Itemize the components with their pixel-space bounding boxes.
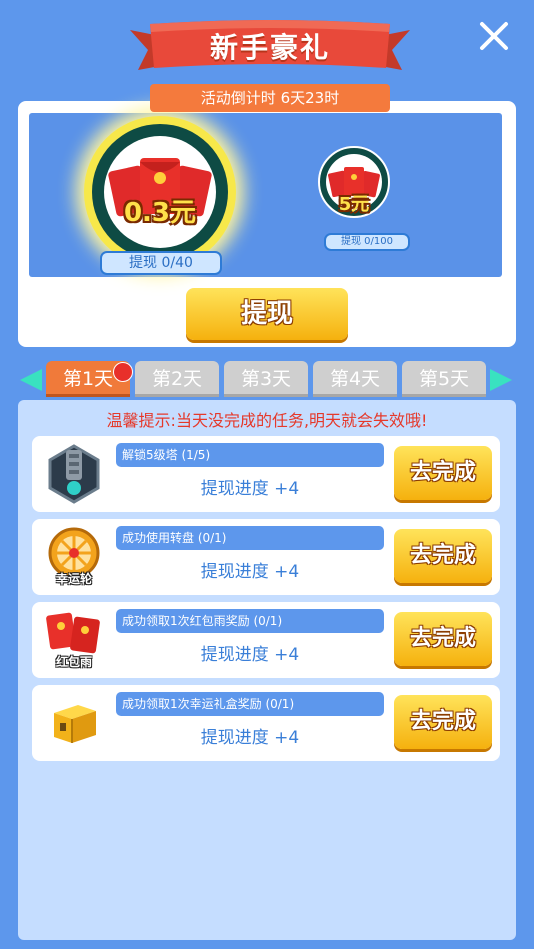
task-name: 成功领取1次红包雨奖励 (0/1) bbox=[116, 609, 384, 633]
close-button[interactable] bbox=[474, 16, 514, 56]
reward-option-5[interactable]: 5元 bbox=[318, 146, 390, 232]
task-item: 红包雨 成功领取1次红包雨奖励 (0/1) 提现进度 +4 去完成 bbox=[32, 602, 500, 678]
reminder-tip: 温馨提示:当天没完成的任务,明天就会失效哦! bbox=[106, 411, 428, 430]
task-name: 成功使用转盘 (0/1) bbox=[116, 526, 384, 550]
notification-badge bbox=[113, 362, 133, 382]
withdraw-count: 提现 0/100 bbox=[324, 233, 410, 251]
arrow-right-icon bbox=[490, 369, 512, 391]
withdraw-button[interactable]: 提现 bbox=[186, 288, 348, 340]
task-name: 成功领取1次幸运礼盒奖励 (0/1) bbox=[116, 692, 384, 716]
lucky-wheel-icon: 幸运轮 bbox=[42, 525, 106, 589]
complete-button[interactable]: 去完成 bbox=[394, 612, 492, 666]
reward-value: 0.3元 bbox=[123, 198, 197, 228]
gift-box-icon bbox=[42, 691, 106, 755]
title-banner: 新手豪礼 bbox=[130, 18, 410, 78]
tab-next-button[interactable] bbox=[488, 367, 514, 397]
task-item: 成功领取1次幸运礼盒奖励 (0/1) 提现进度 +4 去完成 bbox=[32, 685, 500, 761]
tab-day-4[interactable]: 第4天 bbox=[313, 361, 397, 397]
task-progress: 提现进度 +4 bbox=[200, 562, 300, 582]
reward-value: 5元 bbox=[338, 194, 370, 215]
close-icon bbox=[480, 22, 508, 50]
complete-button[interactable]: 去完成 bbox=[394, 446, 492, 500]
task-progress: 提现进度 +4 bbox=[200, 479, 300, 499]
page-title: 新手豪礼 bbox=[209, 31, 330, 64]
arrow-left-icon bbox=[20, 369, 42, 391]
task-name: 解锁5级塔 (1/5) bbox=[116, 443, 384, 467]
withdraw-count: 提现 0/40 bbox=[100, 251, 222, 275]
countdown-timer: 活动倒计时 6天23时 bbox=[150, 84, 390, 112]
reward-option-0-3[interactable]: 0.3元 bbox=[84, 116, 236, 268]
tab-day-5[interactable]: 第5天 bbox=[402, 361, 486, 397]
icon-caption: 红包雨 bbox=[55, 655, 92, 669]
complete-button[interactable]: 去完成 bbox=[394, 695, 492, 749]
tab-day-2[interactable]: 第2天 bbox=[135, 361, 219, 397]
red-packet-rain-icon: 红包雨 bbox=[42, 608, 106, 672]
tab-prev-button[interactable] bbox=[18, 367, 44, 397]
complete-button[interactable]: 去完成 bbox=[394, 529, 492, 583]
task-progress: 提现进度 +4 bbox=[200, 728, 300, 748]
tower-icon bbox=[42, 442, 106, 506]
tab-day-3[interactable]: 第3天 bbox=[224, 361, 308, 397]
task-item: 幸运轮 成功使用转盘 (0/1) 提现进度 +4 去完成 bbox=[32, 519, 500, 595]
icon-caption: 幸运轮 bbox=[55, 572, 92, 586]
task-item: 解锁5级塔 (1/5) 提现进度 +4 去完成 bbox=[32, 436, 500, 512]
task-progress: 提现进度 +4 bbox=[200, 645, 300, 665]
